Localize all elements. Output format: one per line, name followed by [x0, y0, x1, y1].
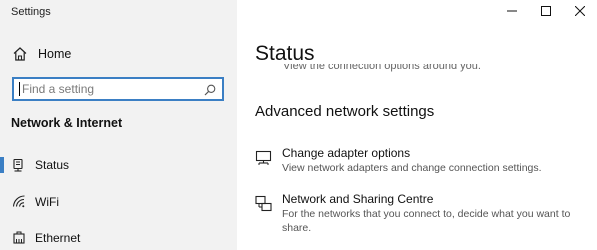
option-description: View network adapters and change connect… [282, 162, 542, 174]
option-description: For the networks that you connect to, de… [282, 208, 571, 234]
scrolled-description: View the connection options around you. [283, 64, 583, 74]
network-sharing-centre-link[interactable]: Network and Sharing Centre For the netwo… [255, 192, 585, 236]
sidebar-item-label: Status [35, 158, 70, 172]
home-icon [12, 46, 28, 62]
clipped-text: View the connection options around you. [283, 64, 481, 72]
section-title: Network & Internet [11, 116, 123, 130]
wifi-icon [12, 195, 26, 209]
status-globe-icon [12, 158, 26, 172]
page-title: Status [255, 42, 315, 65]
minimize-button[interactable] [495, 0, 529, 24]
sidebar-item-label: Ethernet [35, 231, 81, 245]
search-box[interactable] [12, 77, 224, 101]
selection-indicator [0, 157, 4, 173]
change-adapter-options-link[interactable]: Change adapter options View network adap… [255, 146, 585, 178]
sidebar-item-label: WiFi [35, 195, 59, 209]
close-icon [574, 3, 586, 21]
sidebar: Settings Home Network & Internet [0, 0, 237, 250]
network-adapter-icon [255, 149, 273, 167]
option-title: Change adapter options [282, 146, 411, 160]
sharing-centre-icon [255, 195, 273, 213]
main-content: Status View the connection options aroun… [237, 0, 597, 250]
sidebar-item-home[interactable]: Home [12, 44, 71, 64]
app-title: Settings [11, 6, 51, 18]
option-title: Network and Sharing Centre [282, 192, 434, 206]
advanced-settings-heading: Advanced network settings [255, 103, 435, 120]
ethernet-icon [12, 231, 26, 245]
minimize-icon [507, 3, 517, 21]
sidebar-item-wifi[interactable]: WiFi [0, 188, 237, 216]
close-button[interactable] [563, 0, 597, 24]
text-caret [19, 82, 20, 96]
search-input[interactable] [22, 82, 197, 96]
sidebar-item-ethernet[interactable]: Ethernet [0, 224, 237, 250]
sidebar-item-status[interactable]: Status [0, 151, 237, 179]
home-label: Home [38, 47, 72, 61]
maximize-icon [541, 3, 551, 21]
search-icon[interactable] [203, 83, 217, 97]
maximize-button[interactable] [529, 0, 563, 24]
window-controls [495, 0, 597, 24]
